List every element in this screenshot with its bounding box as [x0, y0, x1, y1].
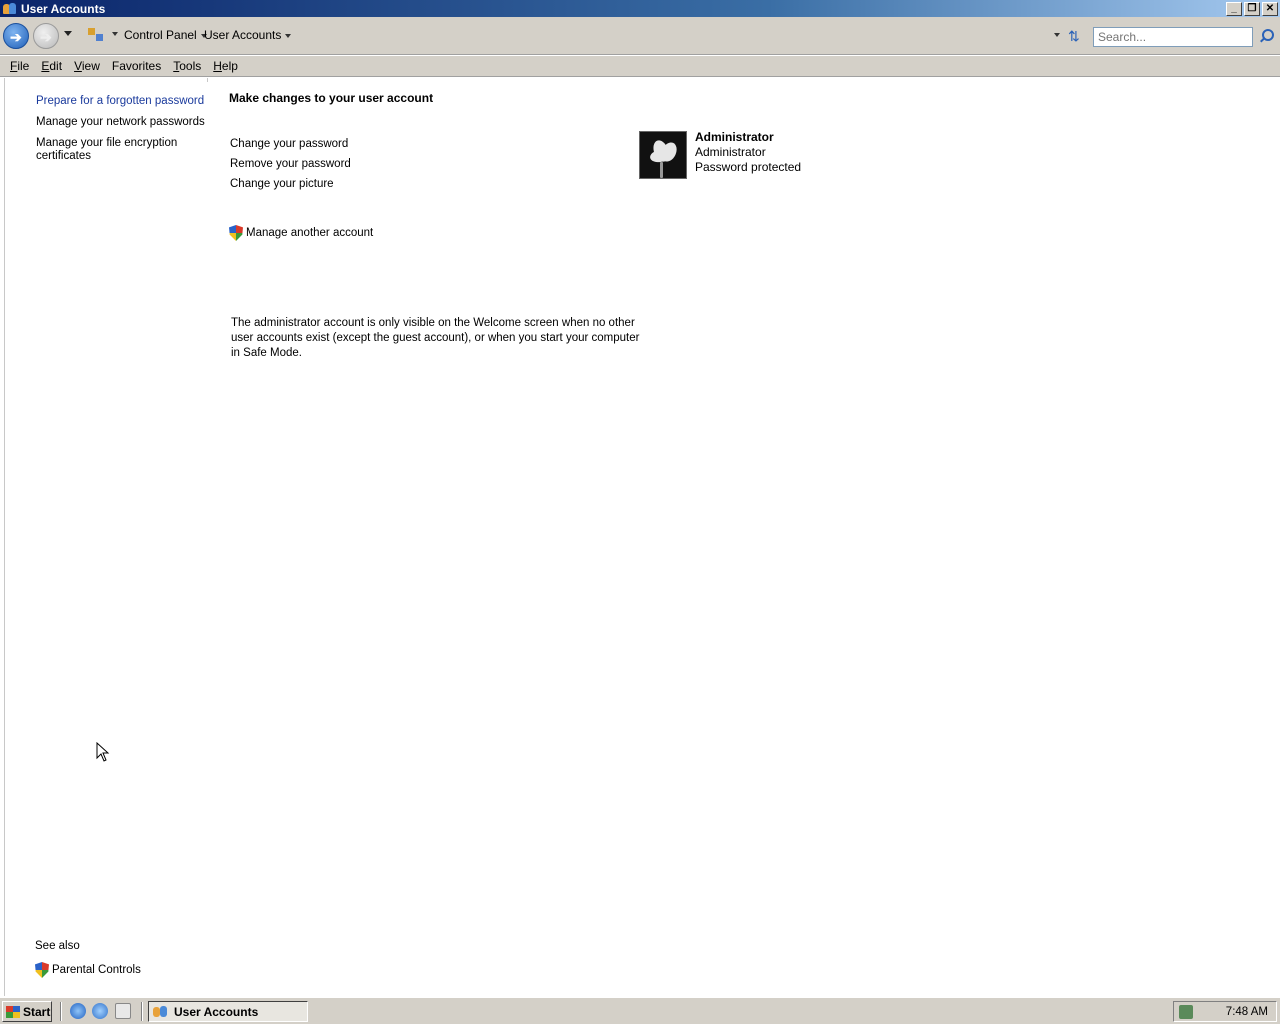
chevron-down-icon[interactable] [112, 32, 118, 36]
start-button[interactable]: Start [2, 1001, 52, 1022]
page-heading: Make changes to your user account [229, 91, 434, 105]
network-icon[interactable] [1179, 1004, 1193, 1019]
address-breadcrumb[interactable]: Control Panel User Accounts [84, 24, 1064, 46]
parental-controls-label: Parental Controls [52, 964, 141, 976]
control-panel-icon [88, 28, 104, 42]
manage-another-account-link[interactable]: Manage another account [229, 225, 373, 241]
task-manage-encryption-certificates[interactable]: Manage your file encryption certificates [36, 137, 186, 163]
forward-arrow-icon: ➔ [40, 29, 52, 45]
taskbar: Start User Accounts 7:48 AM [0, 997, 1280, 1024]
search-input[interactable] [1093, 27, 1253, 47]
restore-button[interactable]: ❐ [1244, 1, 1260, 16]
uac-shield-icon [35, 962, 49, 978]
task-manage-network-passwords[interactable]: Manage your network passwords [36, 116, 205, 129]
menu-help[interactable]: Help [207, 59, 244, 73]
administrator-note: The administrator account is only visibl… [231, 317, 640, 359]
tasks-pane: Prepare for a forgotten password Manage … [5, 78, 208, 996]
breadcrumb-control-panel[interactable]: Control Panel [124, 28, 207, 42]
user-accounts-icon [153, 1005, 169, 1019]
manage-another-account-label: Manage another account [246, 227, 374, 239]
change-picture-link[interactable]: Change your picture [230, 178, 334, 190]
flower-stem [660, 162, 663, 178]
browser-icon[interactable] [92, 1003, 108, 1019]
system-tray: 7:48 AM [1173, 1001, 1277, 1022]
back-arrow-icon: ➔ [10, 29, 22, 45]
close-button[interactable]: ✕ [1262, 1, 1278, 16]
taskbar-separator [60, 1002, 62, 1021]
show-desktop-icon[interactable] [115, 1003, 131, 1019]
content-area: Prepare for a forgotten password Manage … [4, 78, 1280, 996]
address-toolbar: ➔ ➔ Control Panel User Accounts ⇅ [0, 17, 1280, 55]
internet-explorer-icon[interactable] [70, 1003, 86, 1019]
remove-password-link[interactable]: Remove your password [230, 158, 351, 170]
parental-controls-link[interactable]: Parental Controls [35, 962, 141, 978]
refresh-icon[interactable]: ⇅ [1068, 28, 1080, 45]
title-bar: User Accounts _ ❐ ✕ [0, 0, 1280, 17]
uac-shield-icon [229, 225, 243, 241]
account-type: Administrator [695, 145, 766, 159]
task-prepare-forgotten-password[interactable]: Prepare for a forgotten password [36, 95, 204, 108]
account-name: Administrator [695, 130, 774, 144]
windows-logo-icon [6, 1005, 20, 1018]
address-dropdown-icon[interactable] [1054, 33, 1060, 37]
change-password-link[interactable]: Change your password [230, 138, 348, 150]
minimize-button[interactable]: _ [1226, 1, 1242, 16]
account-status: Password protected [695, 160, 802, 174]
taskbar-button-label: User Accounts [174, 1004, 259, 1019]
window-title: User Accounts [21, 1, 106, 16]
menu-bar: File Edit View Favorites Tools Help [0, 56, 1280, 77]
forward-button[interactable]: ➔ [33, 23, 59, 49]
menu-view[interactable]: View [68, 59, 106, 73]
taskbar-button-user-accounts[interactable]: User Accounts [148, 1001, 308, 1022]
breadcrumb-user-accounts[interactable]: User Accounts [204, 28, 292, 42]
search-icon[interactable] [1259, 29, 1274, 43]
start-label: Start [23, 1004, 51, 1019]
see-also-heading: See also [35, 940, 80, 952]
menu-file[interactable]: File [4, 59, 35, 73]
back-button[interactable]: ➔ [3, 23, 29, 49]
chevron-down-icon [285, 33, 292, 38]
menu-edit[interactable]: Edit [35, 59, 68, 73]
window-controls: _ ❐ ✕ [1226, 1, 1278, 16]
taskbar-separator [141, 1002, 143, 1021]
user-accounts-icon [3, 2, 17, 16]
menu-tools[interactable]: Tools [167, 59, 207, 73]
pane-divider [207, 78, 208, 82]
menu-favorites[interactable]: Favorites [106, 59, 167, 73]
account-picture [639, 131, 687, 179]
recent-pages-dropdown[interactable] [64, 31, 72, 36]
clock[interactable]: 7:48 AM [1226, 1006, 1268, 1018]
